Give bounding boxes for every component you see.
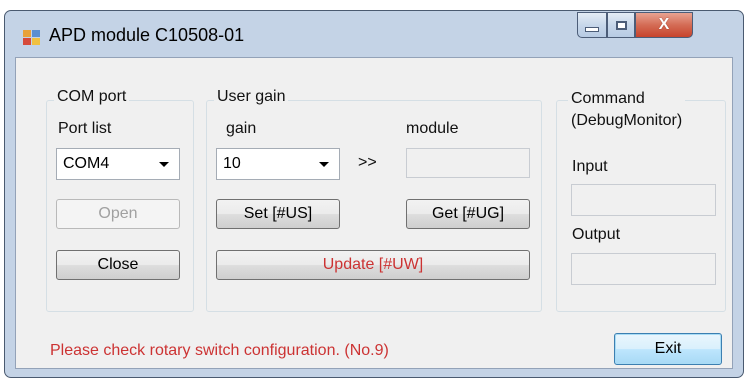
set-gain-button[interactable]: Set [#US] bbox=[216, 199, 340, 229]
gain-label: gain bbox=[226, 120, 257, 137]
input-field[interactable] bbox=[571, 184, 716, 216]
com-port-group-label: COM port bbox=[54, 88, 130, 106]
close-port-button[interactable]: Close bbox=[56, 250, 180, 280]
port-list-value: COM4 bbox=[63, 155, 110, 172]
minimize-button[interactable] bbox=[577, 12, 607, 38]
module-label: module bbox=[406, 120, 459, 137]
command-group-label: Command (DebugMonitor) bbox=[568, 88, 686, 132]
transfer-arrow-label: >> bbox=[358, 154, 377, 171]
minimize-icon bbox=[585, 26, 599, 32]
command-label-line1: Command bbox=[571, 90, 645, 107]
app-window: APD module C10508-01 X COM port Port lis… bbox=[4, 10, 744, 378]
user-gain-group-label: User gain bbox=[214, 88, 289, 106]
close-icon: X bbox=[658, 16, 670, 33]
port-list-label: Port list bbox=[58, 120, 112, 137]
get-gain-button[interactable]: Get [#UG] bbox=[406, 199, 530, 229]
gain-combobox[interactable]: 10 bbox=[216, 148, 340, 180]
app-icon bbox=[23, 30, 41, 46]
exit-button[interactable]: Exit bbox=[614, 333, 722, 365]
output-field[interactable] bbox=[571, 253, 716, 285]
title-bar[interactable]: APD module C10508-01 X bbox=[5, 11, 743, 57]
update-button[interactable]: Update [#UW] bbox=[216, 250, 530, 280]
module-gain-field[interactable] bbox=[406, 148, 530, 178]
close-window-button[interactable]: X bbox=[635, 12, 693, 38]
gain-value: 10 bbox=[223, 155, 241, 172]
chevron-down-icon[interactable] bbox=[159, 162, 169, 167]
maximize-icon bbox=[615, 20, 627, 30]
maximize-button[interactable] bbox=[607, 12, 635, 38]
status-message: Please check rotary switch configuration… bbox=[50, 342, 389, 359]
window-title: APD module C10508-01 bbox=[49, 25, 245, 45]
open-button[interactable]: Open bbox=[56, 199, 180, 229]
port-list-combobox[interactable]: COM4 bbox=[56, 148, 180, 180]
chevron-down-icon[interactable] bbox=[319, 162, 329, 167]
command-label-line2: (DebugMonitor) bbox=[571, 112, 683, 129]
client-area: COM port Port list COM4 Open Close User … bbox=[15, 57, 733, 369]
input-label: Input bbox=[572, 158, 608, 175]
output-label: Output bbox=[572, 226, 621, 243]
